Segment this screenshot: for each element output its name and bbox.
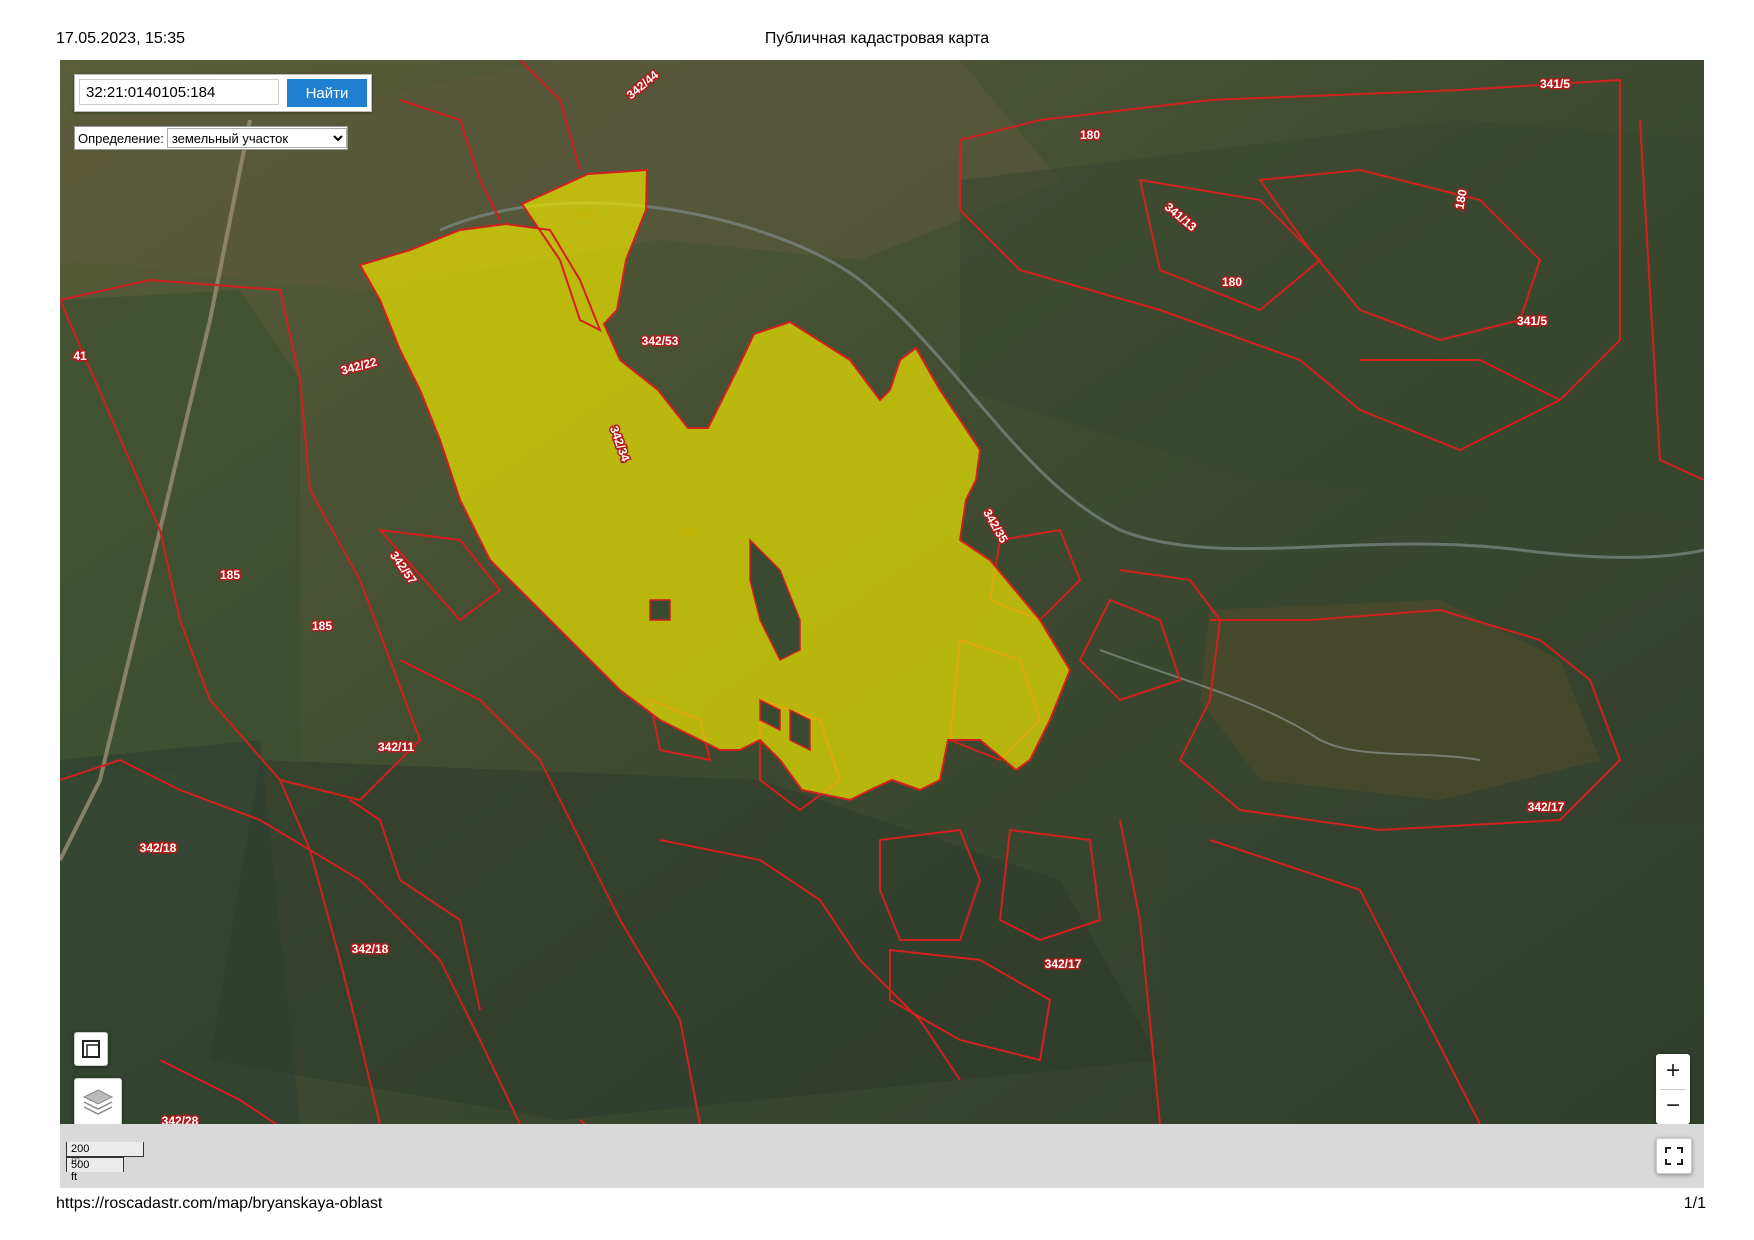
parcel-label[interactable]: 180 (1078, 127, 1101, 144)
parcel-label[interactable]: 184 (574, 207, 594, 221)
parcel-label[interactable]: 342/53 (640, 333, 680, 350)
cadastral-number-input[interactable] (79, 79, 279, 105)
search-panel: Найти (74, 74, 372, 112)
cadastral-map[interactable]: 184 184 342/53 342/34 342/35 342/22 342/… (60, 60, 1704, 1188)
select-area-button[interactable] (74, 1032, 108, 1066)
definition-label: Определение: (78, 130, 164, 146)
page-url: https://roscadastr.com/map/bryanskaya-ob… (56, 1195, 383, 1212)
search-button[interactable]: Найти (287, 79, 367, 107)
parcel-label[interactable]: 342/18 (138, 840, 178, 857)
page-number: 1/1 (1683, 1195, 1706, 1212)
parcel-label[interactable]: 180 (1220, 274, 1243, 291)
selection-icon (82, 1040, 100, 1058)
parcel-label[interactable]: 185 (310, 618, 333, 635)
parcel-label[interactable]: 341/5 (1538, 76, 1571, 93)
parcel-label[interactable]: 341/5 (1515, 313, 1548, 330)
scale-imperial-label: 500 ft (71, 1159, 90, 1183)
map-bottom-bar (60, 1124, 1704, 1188)
parcel-label[interactable]: 41 (72, 348, 89, 365)
fullscreen-icon (1665, 1147, 1683, 1165)
parcel-label[interactable]: 184 (680, 525, 700, 539)
zoom-out-button[interactable]: − (1656, 1089, 1690, 1123)
parcel-label[interactable]: 342/17 (1526, 799, 1566, 816)
fullscreen-button[interactable] (1656, 1138, 1692, 1174)
print-title: Публичная кадастровая карта (764, 30, 990, 47)
parcel-label[interactable]: 342/11 (376, 739, 415, 756)
object-type-select[interactable]: земельный участок (166, 128, 347, 148)
definition-row: Определение: земельный участок (74, 126, 348, 150)
parcel-label[interactable]: 185 (218, 567, 241, 584)
layers-button[interactable] (74, 1078, 122, 1126)
parcel-label[interactable]: 342/18 (350, 941, 390, 958)
satellite-map-layer[interactable]: 184 184 342/53 342/34 342/35 342/22 342/… (60, 60, 1704, 1188)
layers-icon (82, 1089, 114, 1115)
zoom-in-button[interactable]: + (1656, 1054, 1690, 1088)
zoom-control: + − (1656, 1054, 1690, 1124)
parcel-label[interactable]: 342/17 (1043, 956, 1083, 973)
